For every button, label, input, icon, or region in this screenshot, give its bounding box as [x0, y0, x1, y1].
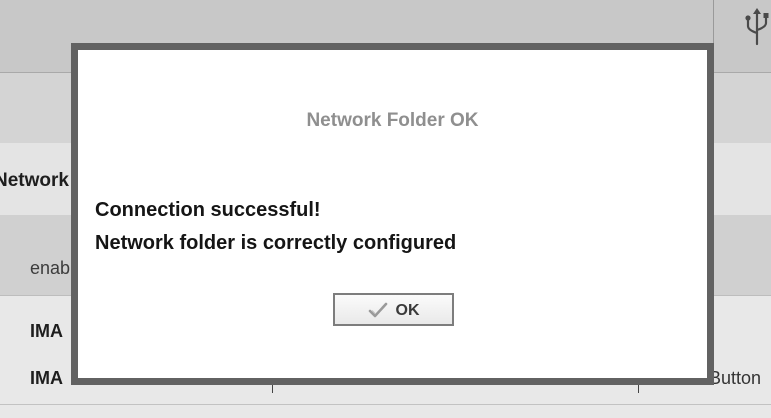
row-divider [0, 404, 771, 405]
background-enabled-text: enabled [30, 258, 75, 278]
network-folder-dialog: Network Folder OK Connection successful!… [71, 43, 714, 385]
background-row-label: IMA [30, 368, 63, 388]
usb-icon[interactable] [744, 8, 770, 46]
dialog-title: Network Folder OK [306, 110, 479, 131]
dialog-message-line1: Connection successful! [95, 199, 321, 221]
background-row-label: IMA [30, 321, 63, 341]
ok-button-label: OK [395, 302, 420, 319]
background-button-text: Button [709, 368, 762, 388]
ok-button[interactable]: OK [333, 293, 454, 326]
check-icon [368, 302, 387, 317]
dialog-message: Connection successful! Network folder is… [95, 194, 456, 260]
background-header-network: Network [0, 170, 69, 191]
dialog-message-line2: Network folder is correctly configured [95, 232, 457, 254]
